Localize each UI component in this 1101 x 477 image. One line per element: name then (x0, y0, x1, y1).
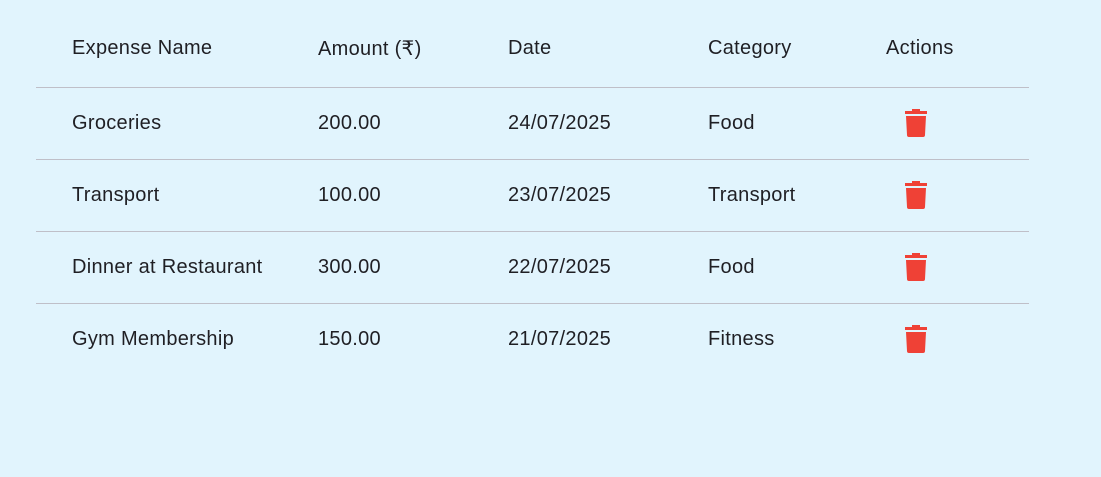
cell-category: Food (708, 231, 886, 304)
cell-expense-name: Groceries (36, 87, 318, 160)
cell-date: 22/07/2025 (508, 231, 708, 304)
cell-category: Fitness (708, 327, 775, 350)
cell-date: 21/07/2025 (508, 327, 612, 350)
cell-actions (886, 231, 1029, 304)
delete-button[interactable] (904, 181, 928, 209)
cell-amount: 100.00 (318, 159, 508, 232)
table-row: Transport 100.00 23/07/2025 Transport (36, 159, 1029, 232)
cell-actions (886, 159, 1029, 232)
table-row: Groceries 200.00 24/07/2025 Food (36, 87, 1029, 160)
expense-table-container: Expense Name Amount (₹) Date Category Ac… (36, 10, 1029, 375)
header-category: Category (708, 10, 886, 88)
cell-expense-name: Transport (36, 159, 318, 232)
delete-button[interactable] (904, 253, 928, 281)
delete-button[interactable] (904, 109, 928, 137)
cell-actions (886, 87, 1029, 160)
cell-actions (886, 303, 1029, 375)
cell-amount: 300.00 (318, 231, 508, 304)
cell-amount: 200.00 (318, 87, 508, 160)
cell-category: Food (708, 87, 886, 160)
cell-amount: 150.00 (318, 327, 381, 350)
cell-date: 24/07/2025 (508, 87, 708, 160)
header-amount: Amount (₹) (318, 10, 508, 88)
delete-button[interactable] (904, 325, 928, 354)
table-row: Dinner at Restaurant 300.00 22/07/2025 F… (36, 231, 1029, 304)
cell-expense-name: Gym Membership (72, 327, 235, 350)
header-row: Expense Name Amount (₹) Date Category Ac… (36, 10, 1029, 88)
header-actions: Actions (886, 10, 1029, 88)
table-header: Expense Name Amount (₹) Date Category Ac… (36, 10, 1029, 88)
header-expense-name: Expense Name (36, 10, 318, 88)
table-body: Groceries 200.00 24/07/2025 Food Transpo… (36, 87, 1029, 375)
trash-icon (905, 253, 927, 281)
trash-icon (905, 109, 927, 137)
trash-icon (905, 325, 927, 354)
trash-icon (905, 181, 927, 209)
cell-date: 23/07/2025 (508, 159, 708, 232)
expense-table: Expense Name Amount (₹) Date Category Ac… (36, 10, 1029, 375)
cell-category: Transport (708, 159, 886, 232)
header-date: Date (508, 10, 708, 88)
cell-expense-name: Dinner at Restaurant (36, 231, 318, 304)
table-row: Gym Membership 150.00 21/07/2025 Fitness (36, 303, 1029, 375)
